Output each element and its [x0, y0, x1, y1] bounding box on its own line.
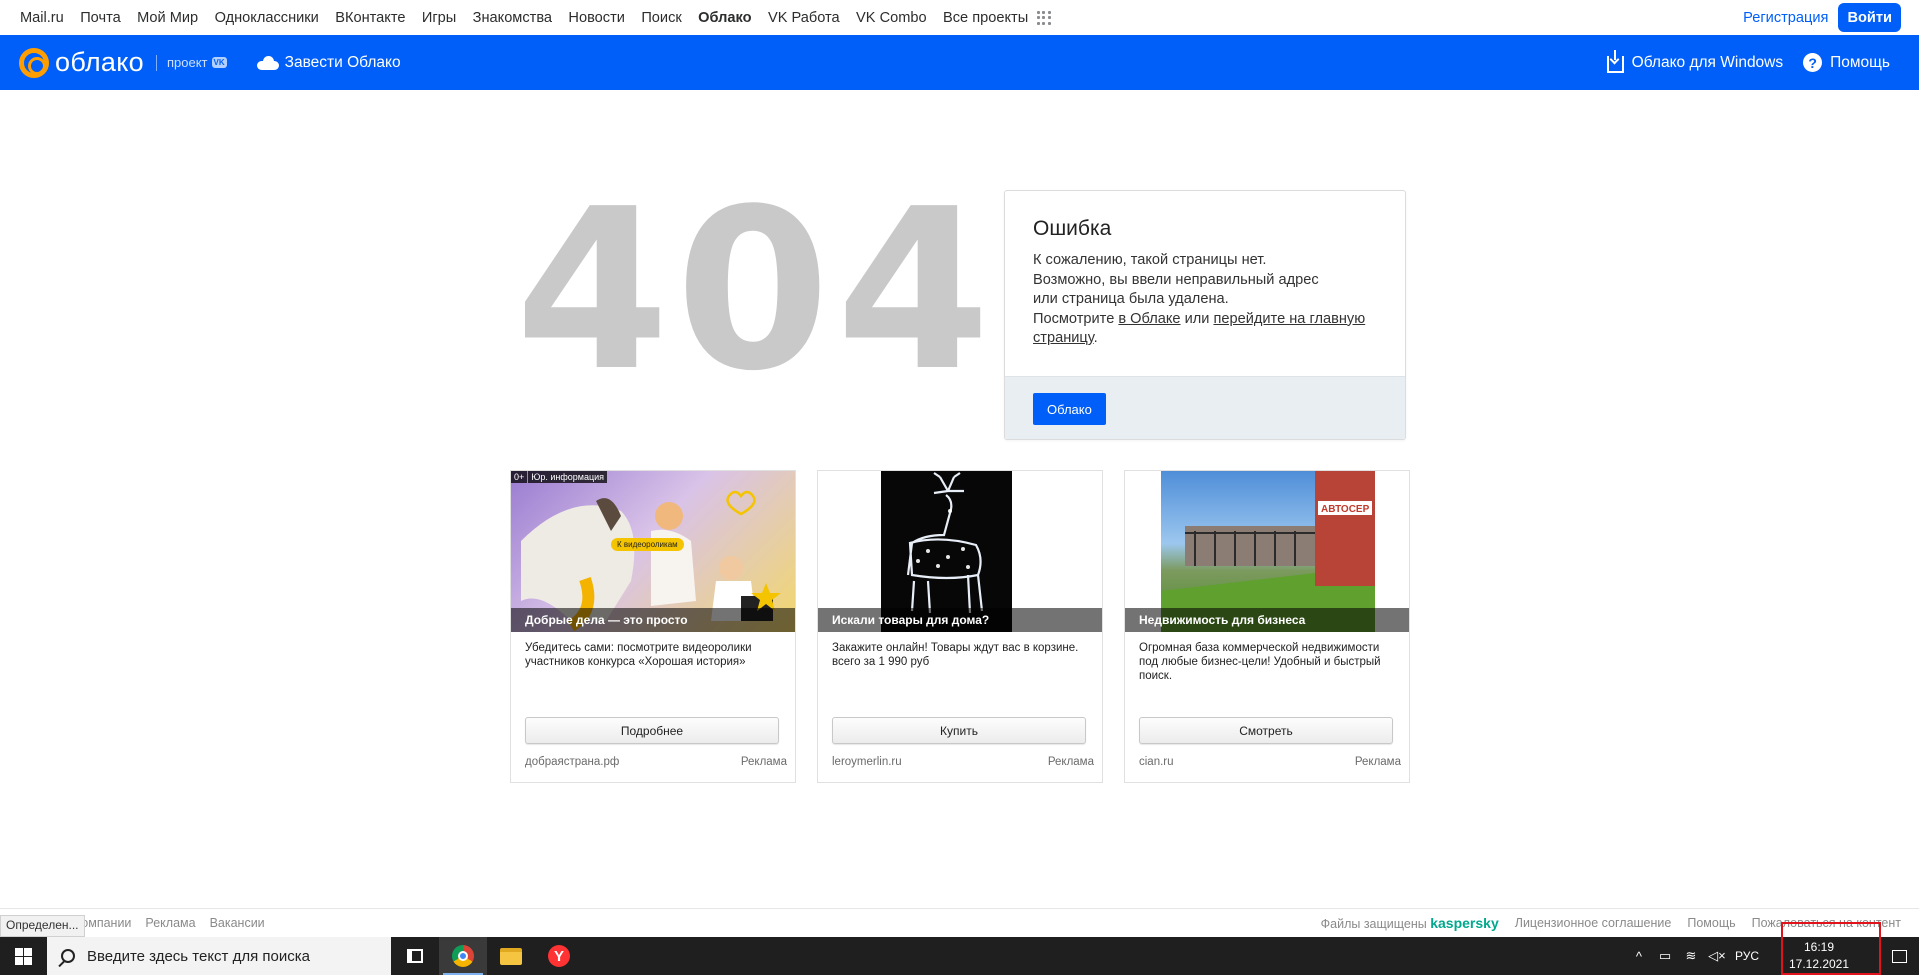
start-button[interactable]: [0, 937, 47, 975]
ads-block: 0+ Юр. информация К видеороликам Добрые д…: [510, 470, 1410, 783]
portal-link-news[interactable]: Новости: [568, 10, 625, 26]
ad-label: Реклама: [1047, 756, 1094, 768]
vk-badge-icon: VK: [211, 57, 227, 68]
login-button[interactable]: Войти: [1838, 3, 1901, 32]
ad-domain[interactable]: добраястрана.рф: [525, 756, 619, 768]
ad-description: Огромная база коммерческой недвижимости …: [1139, 642, 1381, 682]
wifi-icon[interactable]: ≋: [1683, 948, 1699, 964]
help-link[interactable]: ? Помощь: [1803, 53, 1890, 72]
cloud-header: облако проект VK Завести Облако Облако д…: [0, 35, 1919, 90]
portal-link-ok[interactable]: Одноклассники: [215, 10, 319, 26]
apps-grid-icon[interactable]: [1036, 10, 1051, 25]
portal-link-mailru[interactable]: Mail.ru: [20, 10, 64, 26]
footer-link-license[interactable]: Лицензионное соглашение: [1515, 916, 1672, 930]
volume-muted-icon[interactable]: ◁×: [1708, 948, 1726, 964]
task-view-icon: [407, 949, 423, 963]
highlight-box: [1781, 922, 1881, 975]
ad-domain[interactable]: cian.ru: [1139, 756, 1174, 768]
ad-badges: 0+ Юр. информация: [511, 471, 608, 483]
ad-domain[interactable]: leroymerlin.ru: [832, 756, 902, 768]
windows-taskbar: Введите здесь текст для поиска Y ^ ▭ ≋ ◁…: [0, 937, 1919, 975]
cloud-logo[interactable]: облако проект VK: [19, 47, 227, 78]
ad-buy-button[interactable]: Купить: [832, 717, 1086, 744]
cloud-link[interactable]: в Облаке: [1118, 311, 1180, 327]
chrome-taskbar-button[interactable]: [439, 937, 487, 975]
notifications-icon: [1891, 949, 1907, 963]
portal-bar: Mail.ru Почта Мой Мир Одноклассники ВКон…: [0, 0, 1919, 35]
yandex-browser-icon: Y: [548, 945, 570, 967]
ad-description: Убедитесь сами: посмотрите видеоролики у…: [525, 642, 752, 668]
portal-link-vk[interactable]: ВКонтакте: [335, 10, 405, 26]
ad-image[interactable]: 0+ Юр. информация К видеороликам Добрые д…: [511, 471, 795, 632]
portal-link-search[interactable]: Поиск: [641, 10, 681, 26]
portal-links: Mail.ru Почта Мой Мир Одноклассники ВКон…: [0, 10, 1051, 26]
page-footer: Компании Реклама Вакансии Файлы защищены…: [0, 908, 1919, 937]
explorer-taskbar-button[interactable]: [487, 937, 535, 975]
chevron-up-icon[interactable]: ^: [1631, 948, 1647, 964]
portal-link-vk-work[interactable]: VK Работа: [768, 10, 840, 26]
protected-by: Файлы защищены kaspersky: [1320, 915, 1499, 931]
portal-link-all-projects[interactable]: Все проекты: [943, 10, 1028, 26]
ad-description: Закажите онлайн! Товары ждут вас в корзи…: [832, 642, 1079, 668]
video-overlay-label[interactable]: К видеороликам: [611, 538, 684, 551]
status-popup: Определен...: [0, 915, 85, 937]
ad-image[interactable]: АВТОСЕР Недвижимость для бизнеса: [1125, 471, 1409, 632]
cloud-button[interactable]: Облако: [1033, 393, 1106, 425]
legal-info-link[interactable]: Юр. информация: [528, 471, 608, 483]
search-icon: [61, 949, 75, 963]
cloud-for-windows-link[interactable]: Облако для Windows: [1606, 49, 1783, 73]
store-sign-text: АВТОСЕР: [1321, 504, 1370, 515]
error-card: Ошибка К сожалению, такой страницы нет. …: [1004, 190, 1406, 440]
windows-logo-icon: [15, 947, 32, 965]
portal-link-mail[interactable]: Почта: [80, 10, 121, 26]
portal-link-myworld[interactable]: Мой Мир: [137, 10, 198, 26]
logo-text: облако: [55, 47, 144, 77]
footer-link-vacancies[interactable]: Вакансии: [210, 916, 265, 930]
battery-icon[interactable]: ▭: [1657, 948, 1673, 964]
taskbar-search[interactable]: Введите здесь текст для поиска: [47, 937, 391, 975]
ad-image[interactable]: Искали товары для дома?: [818, 471, 1102, 632]
logo-divider: [155, 54, 157, 71]
ad-caption: Добрые дела — это просто: [511, 608, 795, 632]
chrome-icon: [452, 945, 474, 967]
folder-icon: [500, 947, 522, 965]
ad-caption: Искали товары для дома?: [818, 608, 1102, 632]
footer-link-ads[interactable]: Реклама: [145, 916, 195, 930]
ad-label: Реклама: [1354, 756, 1401, 768]
ad-card[interactable]: Искали товары для дома? Закажите онлайн!…: [817, 470, 1103, 783]
ad-view-button[interactable]: Смотреть: [1139, 717, 1393, 744]
cloud-icon: [256, 55, 279, 70]
notifications-button[interactable]: [1879, 949, 1919, 963]
error-title: Ошибка: [1033, 217, 1112, 240]
ad-more-button[interactable]: Подробнее: [525, 717, 779, 744]
search-placeholder: Введите здесь текст для поиска: [87, 947, 310, 965]
at-logo-icon: [19, 47, 49, 78]
ad-caption: Недвижимость для бизнеса: [1125, 608, 1409, 632]
project-label: проект VK: [166, 55, 227, 70]
error-code: 404: [515, 162, 997, 420]
download-icon: [1606, 49, 1624, 73]
portal-link-dating[interactable]: Знакомства: [473, 10, 552, 26]
task-view-button[interactable]: [391, 937, 439, 975]
yandex-taskbar-button[interactable]: Y: [535, 937, 583, 975]
footer-link-help[interactable]: Помощь: [1687, 916, 1735, 930]
portal-link-vk-combo[interactable]: VK Combo: [856, 10, 927, 26]
ad-label: Реклама: [740, 756, 787, 768]
kaspersky-logo: kaspersky: [1430, 915, 1499, 931]
ad-card[interactable]: АВТОСЕР Недвижимость для бизнеса Огромна…: [1124, 470, 1410, 783]
register-link[interactable]: Регистрация: [1743, 10, 1828, 26]
error-text: К сожалению, такой страницы нет. Возможн…: [1033, 252, 1366, 346]
get-cloud-link[interactable]: Завести Облако: [256, 54, 401, 72]
language-indicator[interactable]: РУС: [1735, 949, 1759, 963]
portal-link-cloud[interactable]: Облако: [698, 10, 751, 26]
portal-link-games[interactable]: Игры: [422, 10, 456, 26]
ad-card[interactable]: 0+ Юр. информация К видеороликам Добрые д…: [510, 470, 796, 783]
help-icon: ?: [1803, 53, 1823, 72]
